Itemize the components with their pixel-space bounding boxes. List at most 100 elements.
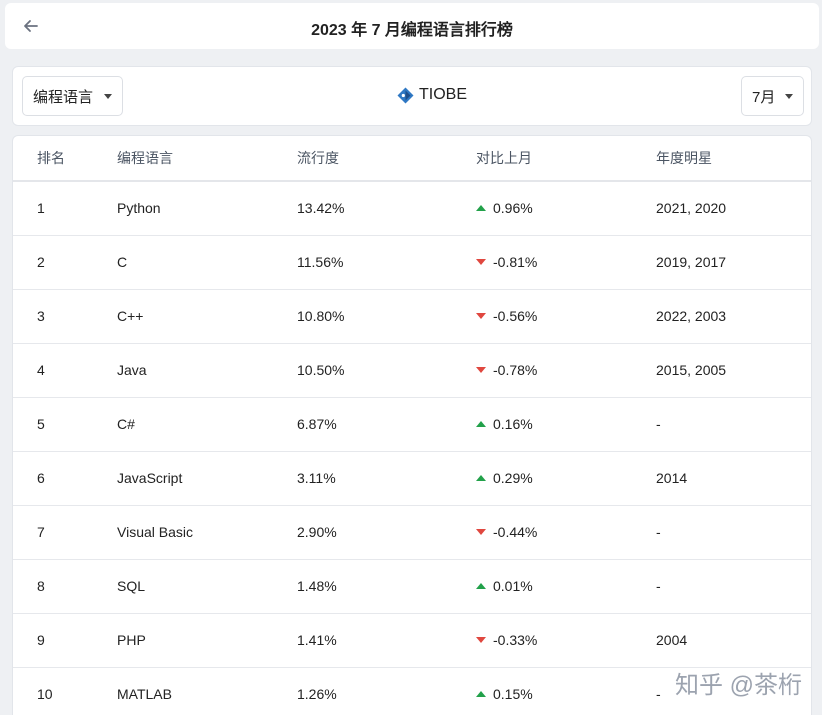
rank-cell: 2	[37, 254, 45, 270]
trend-up-icon	[476, 421, 486, 427]
change-cell: -0.81%	[476, 236, 537, 288]
rank-cell: 3	[37, 308, 45, 324]
table-row[interactable]: 5 C# 6.87% 0.16% -	[13, 398, 811, 452]
filter-bar: 编程语言 TIOBE 7月	[12, 66, 812, 126]
column-header-popularity[interactable]: 流行度	[297, 136, 339, 180]
table-row[interactable]: 4 Java 10.50% -0.78% 2015, 2005	[13, 344, 811, 398]
change-value: 0.15%	[493, 686, 533, 702]
language-select-label: 编程语言	[33, 88, 94, 106]
change-value: -0.78%	[493, 362, 538, 378]
rank-cell: 4	[37, 362, 45, 378]
hall-of-fame-cell: -	[656, 416, 661, 432]
rank-cell: 7	[37, 524, 45, 540]
change-value: -0.56%	[493, 308, 538, 324]
trend-down-icon	[476, 367, 486, 373]
popularity-cell: 3.11%	[297, 470, 336, 486]
language-select[interactable]: 编程语言	[22, 76, 123, 116]
trend-up-icon	[476, 205, 486, 211]
language-cell: C++	[117, 308, 144, 324]
table-body: 1 Python 13.42% 0.96% 2021, 2020 2 C 11.56% -0.8…	[13, 182, 811, 715]
language-cell: Java	[117, 362, 147, 378]
language-cell: PHP	[117, 632, 146, 648]
language-cell: C#	[117, 416, 135, 432]
language-cell: C	[117, 254, 128, 270]
popularity-cell: 10.50%	[297, 362, 345, 378]
popularity-cell: 2.90%	[297, 524, 337, 540]
table-row[interactable]: 8 SQL 1.48% 0.01% -	[13, 560, 811, 614]
trend-up-icon	[476, 691, 486, 697]
change-cell: 0.01%	[476, 560, 533, 612]
page-title: 2023 年 7 月编程语言排行榜	[311, 22, 513, 39]
ranking-table: 排名 编程语言 流行度 对比上月 年度明星 1 Python 13.42% 0.96%…	[12, 135, 812, 715]
caret-down-icon	[104, 93, 112, 99]
hall-of-fame-cell: 2004	[656, 632, 688, 648]
table-row[interactable]: 1 Python 13.42% 0.96% 2021, 2020	[13, 182, 811, 236]
popularity-cell: 6.87%	[297, 416, 337, 432]
change-cell: 0.16%	[476, 398, 533, 450]
rank-cell: 1	[37, 200, 45, 216]
tiobe-logo-icon	[397, 87, 414, 103]
language-cell: Python	[117, 200, 161, 216]
popularity-cell: 10.80%	[297, 308, 345, 324]
trend-up-icon	[476, 475, 486, 481]
change-cell: -0.78%	[476, 344, 537, 396]
rank-cell: 5	[37, 416, 45, 432]
language-cell: JavaScript	[117, 470, 183, 486]
popularity-cell: 1.41%	[297, 632, 337, 648]
trend-down-icon	[476, 637, 486, 643]
rank-cell: 10	[37, 686, 53, 702]
table-row[interactable]: 3 C++ 10.80% -0.56% 2022, 2003	[13, 290, 811, 344]
popularity-cell: 11.56%	[297, 254, 344, 270]
trend-up-icon	[476, 583, 486, 589]
change-cell: 0.96%	[476, 182, 533, 234]
month-select[interactable]: 7月	[741, 76, 804, 116]
popularity-cell: 1.26%	[297, 686, 337, 702]
column-header-language[interactable]: 编程语言	[117, 136, 173, 180]
table-header: 排名 编程语言 流行度 对比上月 年度明星	[13, 136, 811, 182]
language-cell: SQL	[117, 578, 146, 594]
hall-of-fame-cell: 2021, 2020	[656, 200, 727, 216]
brand-label: TIOBE	[419, 86, 468, 103]
popularity-cell: 13.42%	[297, 200, 345, 216]
change-value: 0.16%	[493, 416, 533, 432]
change-cell: -0.33%	[476, 614, 537, 666]
watermark: 知乎 @茶桁	[674, 672, 802, 699]
hall-of-fame-cell: -	[656, 686, 661, 702]
hall-of-fame-cell: 2022, 2003	[656, 308, 727, 324]
table-row[interactable]: 2 C 11.56% -0.81% 2019, 2017	[13, 236, 811, 290]
hall-of-fame-cell: 2019, 2017	[656, 254, 727, 270]
change-value: -0.44%	[493, 524, 538, 540]
change-value: 0.96%	[493, 200, 533, 216]
table-row[interactable]: 9 PHP 1.41% -0.33% 2004	[13, 614, 811, 668]
change-value: 0.29%	[493, 470, 533, 486]
hall-of-fame-cell: 2015, 2005	[656, 362, 727, 378]
column-header-change[interactable]: 对比上月	[476, 136, 532, 180]
column-header-hall-of-fame[interactable]: 年度明星	[656, 136, 712, 180]
rank-cell: 6	[37, 470, 45, 486]
change-value: -0.33%	[493, 632, 538, 648]
column-header-rank[interactable]: 排名	[37, 136, 65, 180]
change-cell: 0.29%	[476, 452, 533, 504]
tiobe-brand: TIOBE	[397, 86, 467, 104]
caret-down-icon	[785, 93, 793, 99]
hall-of-fame-cell: 2014	[656, 470, 688, 486]
change-value: -0.81%	[493, 254, 538, 270]
trend-down-icon	[476, 313, 486, 319]
table-row[interactable]: 6 JavaScript 3.11% 0.29% 2014	[13, 452, 811, 506]
popularity-cell: 1.48%	[297, 578, 337, 594]
change-cell: 0.15%	[476, 668, 533, 715]
rank-cell: 8	[37, 578, 45, 594]
language-cell: Visual Basic	[117, 524, 194, 540]
change-cell: -0.44%	[476, 506, 537, 558]
change-value: 0.01%	[493, 578, 533, 594]
rank-cell: 9	[37, 632, 45, 648]
trend-down-icon	[476, 529, 486, 535]
hall-of-fame-cell: -	[656, 578, 661, 594]
month-select-label: 7月	[752, 88, 776, 106]
table-row[interactable]: 7 Visual Basic 2.90% -0.44% -	[13, 506, 811, 560]
change-cell: -0.56%	[476, 290, 537, 342]
hall-of-fame-cell: -	[656, 524, 661, 540]
top-bar: 2023 年 7 月编程语言排行榜	[5, 3, 819, 49]
language-cell: MATLAB	[117, 686, 172, 702]
trend-down-icon	[476, 259, 486, 265]
